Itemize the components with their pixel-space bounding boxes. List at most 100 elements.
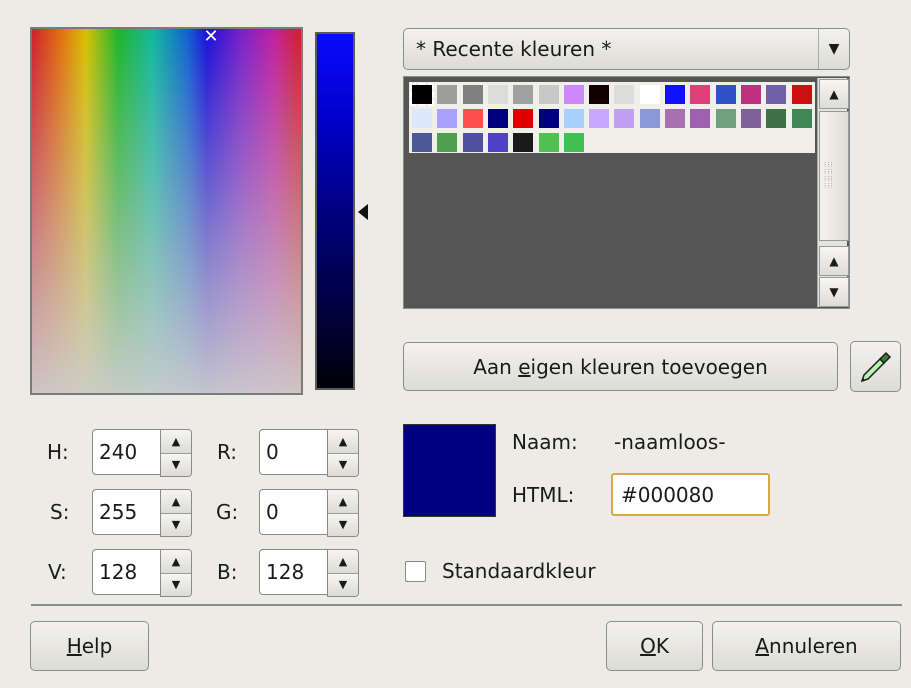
color-swatch[interactable] — [740, 85, 761, 104]
scroll-up-icon[interactable]: ▲ — [819, 246, 849, 276]
v-spinner[interactable]: 128 ▲ ▼ — [92, 549, 192, 597]
palette-panel: ▲ ⁝⁝⁝ ⁝⁝⁝ ⁝⁝⁝ ⁝⁝⁝ ▲ ▼ — [403, 76, 850, 309]
increment-icon[interactable]: ▲ — [328, 550, 358, 574]
color-swatch[interactable] — [665, 109, 685, 128]
color-swatch[interactable] — [462, 109, 483, 128]
b-field[interactable]: 128 — [259, 549, 327, 595]
color-swatch[interactable] — [487, 133, 508, 152]
color-swatch[interactable] — [589, 85, 610, 104]
scroll-down-icon[interactable]: ▼ — [819, 277, 849, 307]
increment-icon[interactable]: ▲ — [328, 490, 358, 514]
color-swatch[interactable] — [563, 85, 584, 104]
b-spinner[interactable]: 128 ▲ ▼ — [259, 549, 359, 597]
name-label: Naam: — [512, 430, 578, 454]
color-swatch[interactable] — [513, 85, 534, 104]
decrement-icon[interactable]: ▼ — [161, 573, 191, 596]
increment-icon[interactable]: ▲ — [161, 550, 191, 574]
scroll-up-icon[interactable]: ▲ — [819, 79, 849, 109]
h-label: H: — [47, 440, 69, 464]
s-spinner[interactable]: 255 ▲ ▼ — [92, 489, 192, 537]
color-swatch[interactable] — [614, 85, 635, 104]
r-field[interactable]: 0 — [259, 429, 327, 475]
color-preview — [403, 424, 496, 517]
color-swatch[interactable] — [410, 83, 434, 106]
value-slider-arrow[interactable] — [358, 204, 368, 220]
color-swatch[interactable] — [614, 109, 635, 128]
v-field[interactable]: 128 — [92, 549, 160, 595]
color-swatch[interactable] — [462, 85, 483, 104]
swatch-grid — [409, 82, 815, 153]
increment-icon[interactable]: ▲ — [328, 430, 358, 454]
color-swatch[interactable] — [412, 133, 432, 152]
decrement-icon[interactable]: ▼ — [161, 513, 191, 536]
color-field[interactable] — [30, 27, 303, 395]
color-swatch[interactable] — [538, 109, 559, 128]
scroll-thumb[interactable]: ⁝⁝⁝ ⁝⁝⁝ ⁝⁝⁝ ⁝⁝⁝ — [819, 111, 849, 241]
color-swatch[interactable] — [690, 85, 711, 104]
color-swatch[interactable] — [563, 109, 584, 128]
decrement-icon[interactable]: ▼ — [328, 573, 358, 596]
increment-icon[interactable]: ▲ — [161, 430, 191, 454]
r-spinner[interactable]: 0 ▲ ▼ — [259, 429, 359, 477]
ok-button[interactable]: OK — [606, 621, 703, 671]
decrement-icon[interactable]: ▼ — [328, 513, 358, 536]
color-swatch[interactable] — [791, 85, 812, 104]
s-label: S: — [50, 500, 70, 524]
add-custom-color-button[interactable]: Aan e igen kleuren toevoegen — [403, 342, 838, 391]
value-strip[interactable] — [315, 32, 355, 390]
cancel-button[interactable]: Annuleren — [712, 621, 901, 671]
b-label: B: — [217, 560, 238, 584]
eyedropper-button[interactable] — [850, 341, 901, 392]
color-swatch[interactable] — [665, 85, 685, 104]
color-swatch[interactable] — [791, 109, 812, 128]
color-swatch[interactable] — [513, 109, 534, 128]
color-swatch[interactable] — [437, 133, 458, 152]
color-swatch[interactable] — [563, 133, 584, 152]
palette-dropdown[interactable]: * Recente kleuren * ▼ — [403, 28, 850, 70]
color-swatch[interactable] — [538, 85, 559, 104]
name-value: -naamloos- — [614, 430, 726, 454]
add-button-label-post: igen kleuren toevoegen — [530, 354, 768, 379]
increment-icon[interactable]: ▲ — [161, 490, 191, 514]
s-field[interactable]: 255 — [92, 489, 160, 535]
color-swatch[interactable] — [715, 109, 736, 128]
html-field[interactable]: #000080 — [611, 473, 770, 516]
color-swatch[interactable] — [412, 109, 432, 128]
color-swatch[interactable] — [639, 109, 660, 128]
color-swatch[interactable] — [766, 85, 787, 104]
field-cursor[interactable]: ✕ — [201, 27, 221, 47]
ok-label: K — [655, 634, 669, 658]
color-swatch[interactable] — [487, 109, 508, 128]
h-spinner[interactable]: 240 ▲ ▼ — [92, 429, 192, 477]
color-swatch[interactable] — [487, 85, 508, 104]
color-swatch[interactable] — [589, 109, 610, 128]
g-field[interactable]: 0 — [259, 489, 327, 535]
color-swatch[interactable] — [538, 133, 559, 152]
v-label: V: — [48, 560, 67, 584]
help-accel: H — [66, 634, 82, 658]
decrement-icon[interactable]: ▼ — [328, 453, 358, 476]
color-swatch[interactable] — [715, 85, 736, 104]
r-label: R: — [217, 440, 238, 464]
chevron-down-icon: ▼ — [818, 29, 849, 69]
help-label: elp — [81, 634, 113, 658]
color-swatch[interactable] — [690, 109, 711, 128]
color-swatch[interactable] — [437, 109, 458, 128]
g-spinner[interactable]: 0 ▲ ▼ — [259, 489, 359, 537]
cancel-accel: A — [755, 634, 770, 658]
help-button[interactable]: Help — [30, 621, 149, 671]
decrement-icon[interactable]: ▼ — [161, 453, 191, 476]
color-swatch[interactable] — [437, 85, 458, 104]
standard-color-checkbox[interactable] — [405, 561, 426, 582]
add-button-label-pre: Aan — [473, 354, 519, 379]
separator — [31, 604, 902, 606]
color-swatch[interactable] — [766, 109, 787, 128]
color-swatch[interactable] — [462, 133, 483, 152]
add-button-accel: e — [518, 354, 531, 379]
html-label: HTML: — [512, 483, 575, 507]
h-field[interactable]: 240 — [92, 429, 160, 475]
palette-scrollbar[interactable]: ▲ ⁝⁝⁝ ⁝⁝⁝ ⁝⁝⁝ ⁝⁝⁝ ▲ ▼ — [817, 78, 849, 307]
color-swatch[interactable] — [740, 109, 761, 128]
color-swatch[interactable] — [513, 133, 534, 152]
color-swatch[interactable] — [639, 85, 660, 104]
